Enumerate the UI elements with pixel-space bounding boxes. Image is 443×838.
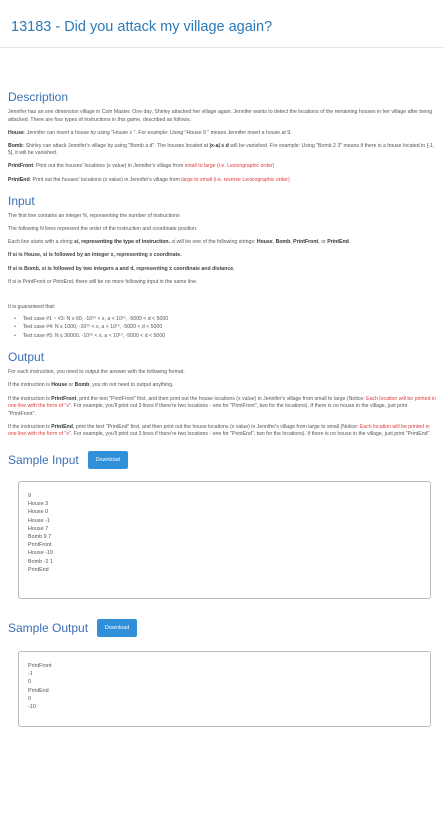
sample-input-line: House -1 xyxy=(28,517,50,524)
input-line-5: If si is Bomb, si is followed by two int… xyxy=(8,265,235,272)
output-kw-bomb: Bomb xyxy=(74,382,90,389)
house-label: House xyxy=(8,129,24,136)
output-line-3-b: , print the text "PrintFront" first, and… xyxy=(76,395,367,402)
sample-output-line: 0 xyxy=(28,679,31,686)
output-kw-printfront: PrintFront xyxy=(51,395,77,402)
sample-input-box: 9 House 3 House 0 House -1 House 7 Bomb 9 7 Pr… xyxy=(18,480,431,599)
output-line-4-a: If the instruction is xyxy=(8,423,52,430)
house-text: : Jennifer can insert a house by using "… xyxy=(23,129,292,136)
input-line-3: Each line starts with a string si, repre… xyxy=(8,239,436,247)
sample-output-line: -10 xyxy=(28,703,36,710)
output-heading: Output xyxy=(8,350,45,365)
input-line-3-a: Each line starts with a string xyxy=(8,239,75,246)
bomb-range-highlight: |x-a| ≤ d xyxy=(209,142,229,149)
test-case-list: Test case #1 ~ #3: N ≤ 60, -10¹⁰ < x, a … xyxy=(14,315,436,341)
sample-input-line: House -10 xyxy=(28,550,53,557)
sample-input-line: Bomb -2 1 xyxy=(28,558,53,565)
input-kw-bomb: Bomb xyxy=(275,239,291,246)
bomb-label: Bomb xyxy=(8,142,23,149)
output-line-1: For each instruction, you need to output… xyxy=(8,369,185,376)
printfront-text: : Print out the houses' locations (x val… xyxy=(33,163,185,170)
guarantee-text: It is guaranteed that: xyxy=(8,304,56,311)
page-title: 13183 - Did you attack my village again? xyxy=(11,19,273,35)
output-line-2: If the instruction is House or Bomb, you… xyxy=(8,382,436,390)
output-line-4-c: For example, you'll print out 3 lines if… xyxy=(72,431,431,438)
output-kw-house: House xyxy=(51,382,68,389)
output-line-3-a: If the instruction is xyxy=(8,395,52,402)
printend-instruction: PrintEnd: Print out the houses' location… xyxy=(8,177,436,185)
house-instruction: House: Jennifer can insert a house by us… xyxy=(8,130,436,138)
input-sep-3: , or xyxy=(318,239,328,246)
input-kw-printfront: PrintFront xyxy=(293,239,319,246)
output-line-4: If the instruction is PrintEnd, print th… xyxy=(8,424,436,439)
input-heading: Input xyxy=(8,194,35,209)
output-line-3: If the instruction is PrintFront, print … xyxy=(8,396,436,419)
sample-input-line: PrintEnd xyxy=(28,566,49,573)
description-intro: Jennifer has an one dimension village in… xyxy=(8,109,433,123)
input-line-4: If si is House, si is followed by an int… xyxy=(8,252,182,259)
sample-output-line: PrintEnd xyxy=(28,687,49,694)
output-line-4-b: , print the text "PrintEnd" first, and t… xyxy=(72,423,360,430)
sample-output-line: PrintFront xyxy=(28,662,52,669)
input-line-3-end: . xyxy=(348,239,351,246)
printfront-label: PrintFront xyxy=(8,163,34,170)
printend-order: large to small (i.e. reverse Lexicograph… xyxy=(181,176,290,183)
input-kw-printend: PrintEnd xyxy=(327,239,349,246)
sample-input-header: Sample Input Download xyxy=(8,449,436,471)
sample-input-download-button[interactable]: Download xyxy=(87,450,128,469)
sample-input-line: PrintFront xyxy=(28,542,52,549)
sample-input-heading: Sample Input xyxy=(8,452,79,467)
output-line-2-a: If the instruction is xyxy=(8,382,52,389)
output-kw-printend: PrintEnd xyxy=(51,423,73,430)
input-line-2: The following N lines represent the orde… xyxy=(8,226,198,233)
description-heading: Description xyxy=(8,90,69,104)
problem-content: Description Jennifer has an one dimensio… xyxy=(8,90,436,727)
printend-label: PrintEnd xyxy=(8,176,30,183)
input-line-3-bold: , representing the type of instruction. xyxy=(78,239,172,246)
sample-input-line: House 3 xyxy=(28,501,49,508)
input-line-3-c: will be one of the following strings: xyxy=(175,239,257,246)
title-bar: 13183 - Did you attack my village again? xyxy=(0,0,443,48)
bomb-instruction: Bomb: Shirley can attack Jennifer's vill… xyxy=(8,143,436,158)
bomb-text-a: : Shirley can attack Jennifer's village … xyxy=(22,142,210,149)
sample-input-line: Bomb 9 7 xyxy=(28,533,52,540)
sample-output-heading: Sample Output xyxy=(8,620,89,635)
printend-text: : Print out the houses' locations (x val… xyxy=(29,176,182,183)
output-line-2-c: , you do not need to output anything. xyxy=(89,382,174,389)
sample-input-line: House 0 xyxy=(28,509,49,516)
test-case-item: Test case #1 ~ #3: N ≤ 60, -10¹⁰ < x, a … xyxy=(14,315,436,324)
sample-input-line: 9 xyxy=(28,492,31,499)
printfront-instruction: PrintFront: Print out the houses' locati… xyxy=(8,163,436,171)
input-line-1: The first line contains an integer N, re… xyxy=(8,213,180,220)
sample-output-download-button[interactable]: Download xyxy=(97,618,138,637)
input-kw-house: House xyxy=(256,239,273,246)
sample-output-line: 0 xyxy=(28,695,31,702)
sample-output-header: Sample Output Download xyxy=(8,617,436,639)
sample-input-line: House 7 xyxy=(28,525,49,532)
printfront-order: small to large (i.e. Lexicographic order… xyxy=(184,163,275,170)
sample-output-box: PrintFront -1 0 PrintEnd 0 -10 xyxy=(18,650,431,727)
test-case-item: Test case #4: N ≤ 1000, -10¹⁰ < x, a < 1… xyxy=(14,323,436,332)
test-case-item: Test case #5: N ≤ 30000, -10¹⁰ < x, a < … xyxy=(14,332,436,341)
input-line-6: If si is PrintFront or PrintEnd, there w… xyxy=(8,278,198,285)
output-line-2-b: or xyxy=(67,382,75,389)
sample-output-line: -1 xyxy=(28,671,33,678)
